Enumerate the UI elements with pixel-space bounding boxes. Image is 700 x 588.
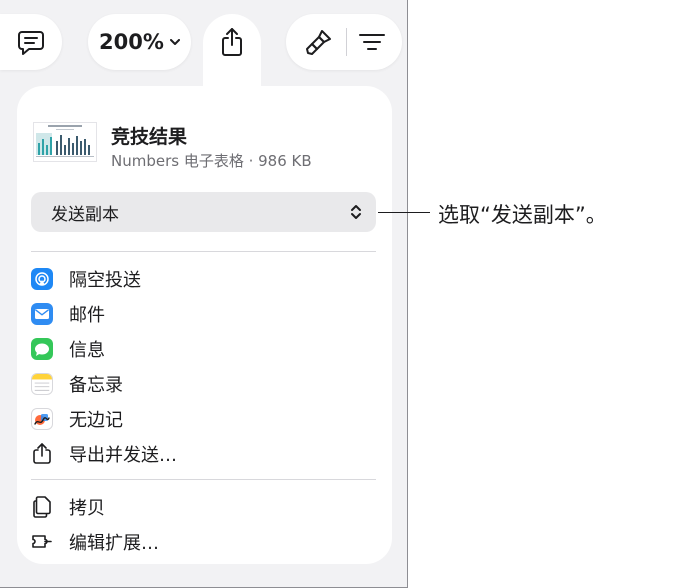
document-thumbnail [33, 122, 97, 162]
action-copy[interactable]: 拷贝 [31, 490, 105, 524]
share-popover: 竞技结果 Numbers 电子表格 · 986 KB 发送副本 隔空投送 邮件 [17, 86, 392, 564]
callout-text: 选取“发送副本”。 [438, 203, 607, 227]
chevron-up-down-icon [351, 205, 361, 219]
share-item-label: 导出并发送… [69, 445, 177, 466]
zoom-label: 200% [99, 30, 164, 54]
share-item-label: 备忘录 [69, 375, 123, 396]
callout-line [378, 212, 430, 213]
share-item-export-and-send[interactable]: 导出并发送… [31, 437, 177, 471]
toolbar-separator [345, 28, 347, 56]
share-item-airdrop[interactable]: 隔空投送 [31, 262, 141, 296]
freeform-icon [31, 408, 53, 430]
document-title: 竞技结果 [111, 126, 188, 148]
spreadsheet-thumbnail-icon [36, 125, 94, 157]
ipad-screen: 200% 竞技结果 Numbers 电子表格 · 986 KB 发送副本 隔空投… [0, 0, 408, 588]
comment-icon [18, 31, 44, 55]
divider [31, 251, 376, 252]
airdrop-icon [31, 268, 53, 290]
action-label: 编辑扩展… [69, 533, 159, 554]
toolbar-right-group [286, 14, 402, 70]
document-subtitle: Numbers 电子表格 · 986 KB [111, 152, 312, 170]
notes-icon [31, 373, 53, 395]
divider [31, 479, 376, 480]
messages-icon [31, 338, 53, 360]
comment-button[interactable] [0, 14, 62, 70]
zoom-button[interactable]: 200% [88, 14, 191, 70]
copy-icon [33, 496, 51, 518]
chevron-down-icon [169, 38, 180, 45]
share-item-label: 无边记 [69, 410, 123, 431]
share-item-messages[interactable]: 信息 [31, 332, 105, 366]
share-icon [222, 28, 242, 56]
extension-icon [32, 535, 52, 548]
mail-icon [31, 303, 53, 325]
share-item-label: 信息 [69, 340, 105, 361]
format-brush-icon[interactable] [304, 27, 334, 57]
share-item-freeform[interactable]: 无边记 [31, 402, 123, 436]
share-item-label: 邮件 [69, 305, 105, 326]
organize-icon[interactable] [358, 32, 385, 52]
share-item-notes[interactable]: 备忘录 [31, 367, 123, 401]
share-item-label: 隔空投送 [69, 270, 141, 291]
action-label: 拷贝 [69, 498, 105, 519]
action-edit-extensions[interactable]: 编辑扩展… [31, 525, 159, 559]
send-copy-select-value: 发送副本 [51, 204, 119, 225]
export-icon [33, 443, 51, 464]
send-copy-select[interactable]: 发送副本 [31, 192, 376, 232]
share-item-mail[interactable]: 邮件 [31, 297, 105, 331]
